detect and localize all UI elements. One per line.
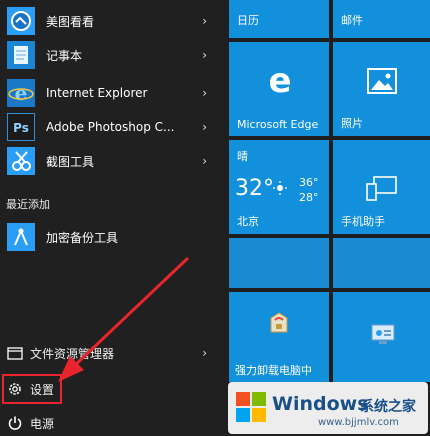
watermark-site-name: 系统之家 xyxy=(360,399,416,415)
tile-phone-companion-label: 手机助手 xyxy=(341,215,385,228)
tile-empty-1[interactable] xyxy=(229,238,329,288)
control-panel-icon xyxy=(371,324,395,350)
tile-calendar-label: 日历 xyxy=(237,14,259,27)
tile-phone-companion[interactable]: 手机助手 xyxy=(333,140,430,234)
tile-weather[interactable]: 晴 32° 36° 28° 北京 xyxy=(229,140,329,234)
tile-control-panel[interactable] xyxy=(333,292,430,382)
tile-uninstall-tool[interactable]: 强力卸载电脑中 xyxy=(229,292,329,382)
watermark-brand: Windows xyxy=(272,393,369,415)
windows-logo-icon xyxy=(236,392,266,426)
package-icon xyxy=(267,310,291,340)
weather-low: 28° xyxy=(299,191,319,204)
tile-photos[interactable]: 照片 xyxy=(333,42,430,136)
tile-uninstall-label: 强力卸载电脑中 xyxy=(235,364,312,377)
phone-companion-icon xyxy=(365,176,399,206)
weather-city: 北京 xyxy=(237,215,259,228)
weather-temperature: 32° xyxy=(235,176,274,201)
tile-edge-label: Microsoft Edge xyxy=(237,118,319,131)
photo-icon xyxy=(367,68,397,98)
svg-text:e: e xyxy=(268,64,291,98)
tile-mail-label: 邮件 xyxy=(341,14,363,27)
weather-high: 36° xyxy=(299,176,319,189)
tile-empty-2[interactable] xyxy=(333,238,430,288)
weather-condition: 晴 xyxy=(237,150,248,163)
watermark-url: www.bjjmlv.com xyxy=(318,417,399,428)
tile-calendar[interactable]: 日历 xyxy=(229,0,329,38)
tile-mail[interactable]: 邮件 xyxy=(333,0,430,38)
edge-icon: e xyxy=(263,61,297,102)
sun-icon xyxy=(273,180,287,199)
tile-photos-label: 照片 xyxy=(341,117,363,130)
tile-microsoft-edge[interactable]: e Microsoft Edge xyxy=(229,42,329,136)
watermark: Windows 系统之家 www.bjjmlv.com xyxy=(228,382,428,434)
